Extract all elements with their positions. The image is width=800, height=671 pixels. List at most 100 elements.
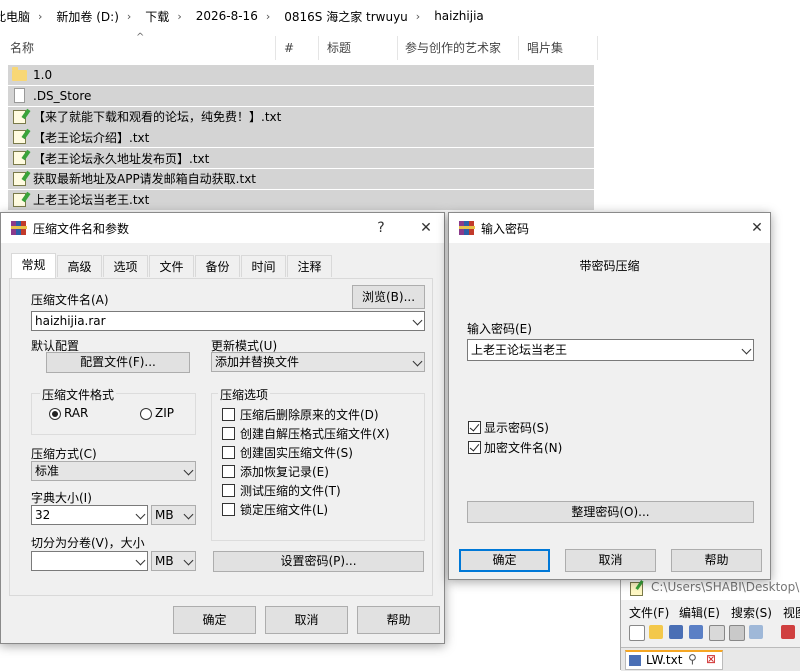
- password-label: 输入密码(E): [467, 322, 532, 336]
- format-zip-label: ZIP: [155, 406, 174, 420]
- file-row[interactable]: 上老王论坛当老王.txt: [8, 189, 594, 210]
- organize-passwords-button[interactable]: 整理密码(O)...: [467, 501, 754, 523]
- address-breadcrumb[interactable]: 此电脑 › 新加卷 (D:) › 下载 › 2026-8-16 › 0816S 海之家 …: [0, 0, 800, 32]
- column-divider[interactable]: [397, 36, 398, 60]
- update-mode-select[interactable]: 添加并替换文件: [211, 352, 425, 372]
- dictionary-size-select[interactable]: 32: [31, 505, 148, 525]
- tab-advanced[interactable]: 高级: [57, 255, 102, 277]
- notepad-window: C:\Users\SHABI\Desktop\L 文件(F) 编辑(E) 搜索(…: [620, 575, 800, 671]
- archive-dialog-titlebar[interactable]: 压缩文件名和参数 ? ✕: [1, 213, 444, 243]
- menu-file[interactable]: 文件(F): [629, 604, 669, 621]
- file-row[interactable]: .DS_Store: [8, 85, 594, 106]
- menu-view[interactable]: 视图: [783, 604, 800, 621]
- chevron-down-icon[interactable]: [135, 555, 146, 566]
- breadcrumb-current[interactable]: haizhijia: [434, 9, 484, 23]
- column-name[interactable]: 名称: [10, 34, 34, 62]
- column-number[interactable]: #: [284, 34, 294, 62]
- encrypt-names-checkbox[interactable]: [468, 441, 481, 454]
- tab-comment[interactable]: 注释: [287, 255, 332, 277]
- help-icon[interactable]: ?: [369, 217, 393, 239]
- split-unit-select[interactable]: MB: [151, 551, 196, 571]
- print-icon[interactable]: [749, 625, 763, 639]
- column-divider[interactable]: [275, 36, 276, 60]
- save-all-icon[interactable]: [689, 625, 703, 639]
- method-select[interactable]: 标准: [31, 461, 196, 481]
- recovery-record-checkbox[interactable]: [222, 465, 235, 478]
- open-file-icon[interactable]: [649, 625, 663, 639]
- breadcrumb-downloads[interactable]: 下载: [145, 8, 169, 25]
- archive-parameters-dialog: 压缩文件名和参数 ? ✕ 常规 高级 选项 文件 备份 时间 注释 压缩文件名(…: [0, 212, 445, 644]
- delete-after-checkbox[interactable]: [222, 408, 235, 421]
- column-divider[interactable]: [318, 36, 319, 60]
- column-divider[interactable]: [518, 36, 519, 60]
- help-button[interactable]: 帮助: [357, 606, 440, 634]
- profiles-button[interactable]: 配置文件(F)...: [46, 352, 190, 373]
- menu-edit[interactable]: 编辑(E): [679, 604, 720, 621]
- tab-general[interactable]: 常规: [11, 253, 56, 278]
- menu-search[interactable]: 搜索(S): [731, 604, 772, 621]
- close-icon[interactable]: ✕: [414, 217, 438, 239]
- chevron-down-icon[interactable]: [183, 509, 194, 520]
- lock-archive-checkbox[interactable]: [222, 503, 235, 516]
- breadcrumb-drive[interactable]: 新加卷 (D:): [56, 8, 118, 25]
- close-tab-icon[interactable]: ⊠: [706, 652, 716, 666]
- dictionary-label: 字典大小(I): [31, 491, 92, 505]
- show-password-checkbox[interactable]: [468, 421, 481, 434]
- ok-button[interactable]: 确定: [173, 606, 256, 634]
- file-list: 1.0 .DS_Store 【来了就能下载和观看的论坛，纯免费！】.txt 【老…: [8, 65, 594, 211]
- close-icon[interactable]: ✕: [745, 217, 769, 239]
- test-archive-checkbox[interactable]: [222, 484, 235, 497]
- pin-icon[interactable]: ⚲: [688, 652, 697, 666]
- column-artists[interactable]: 参与创作的艺术家: [405, 34, 501, 62]
- chevron-down-icon[interactable]: [412, 356, 423, 367]
- password-ok-button[interactable]: 确定: [459, 549, 550, 572]
- tab-lw-txt[interactable]: LW.txt ⚲ ⊠: [625, 650, 723, 670]
- winrar-icon: [11, 221, 27, 235]
- breadcrumb-subfolder[interactable]: 0816S 海之家 trwuyu: [284, 8, 408, 25]
- tab-files[interactable]: 文件: [149, 255, 194, 277]
- file-row[interactable]: 获取最新地址及APP请发邮箱自动获取.txt: [8, 168, 594, 189]
- file-row[interactable]: 【来了就能下载和观看的论坛，纯免费！】.txt: [8, 106, 594, 127]
- tab-time[interactable]: 时间: [241, 255, 286, 277]
- tab-backup[interactable]: 备份: [195, 255, 240, 277]
- password-cancel-button[interactable]: 取消: [565, 549, 656, 572]
- breadcrumb-date-folder[interactable]: 2026-8-16: [196, 9, 258, 23]
- chevron-down-icon[interactable]: [741, 344, 752, 355]
- browse-button[interactable]: 浏览(B)...: [352, 285, 425, 309]
- breadcrumb-this-pc[interactable]: 此电脑: [0, 8, 30, 25]
- file-row[interactable]: 1.0: [8, 65, 594, 85]
- password-help-button[interactable]: 帮助: [671, 549, 762, 572]
- file-row[interactable]: 【老王论坛永久地址发布页】.txt: [8, 148, 594, 169]
- cut-icon[interactable]: [781, 625, 795, 639]
- save-icon[interactable]: [669, 625, 683, 639]
- chevron-down-icon[interactable]: [412, 315, 423, 326]
- dictionary-unit-value: MB: [155, 508, 174, 522]
- new-file-icon[interactable]: [629, 625, 645, 641]
- solid-checkbox[interactable]: [222, 446, 235, 459]
- chevron-down-icon[interactable]: [135, 509, 146, 520]
- chevron-down-icon[interactable]: [183, 465, 194, 476]
- set-password-button[interactable]: 设置密码(P)...: [213, 551, 424, 572]
- breadcrumb-separator-icon: ›: [38, 9, 43, 23]
- breadcrumb-separator-icon: ›: [265, 9, 271, 23]
- tab-options[interactable]: 选项: [103, 255, 148, 277]
- file-row[interactable]: 【老王论坛介绍】.txt: [8, 127, 594, 148]
- text-file-icon: [12, 129, 28, 145]
- split-size-combo[interactable]: [31, 551, 148, 571]
- dictionary-unit-select[interactable]: MB: [151, 505, 196, 525]
- password-input[interactable]: 上老王论坛当老王: [467, 339, 754, 361]
- column-divider[interactable]: [597, 36, 598, 60]
- format-zip-radio[interactable]: [140, 408, 152, 420]
- file-icon: [12, 87, 28, 104]
- format-rar-radio[interactable]: [49, 408, 61, 420]
- close-file-icon[interactable]: [709, 625, 725, 641]
- sfx-checkbox[interactable]: [222, 427, 235, 440]
- column-title[interactable]: 标题: [327, 34, 351, 62]
- chevron-down-icon[interactable]: [183, 555, 194, 566]
- password-dialog-titlebar[interactable]: 输入密码 ✕: [449, 213, 770, 243]
- close-all-icon[interactable]: [729, 625, 745, 641]
- archive-name-combo[interactable]: haizhijia.rar: [31, 311, 425, 331]
- archive-format-group: 压缩文件格式 RAR ZIP: [31, 386, 196, 435]
- column-album[interactable]: 唱片集: [527, 34, 563, 62]
- cancel-button[interactable]: 取消: [265, 606, 348, 634]
